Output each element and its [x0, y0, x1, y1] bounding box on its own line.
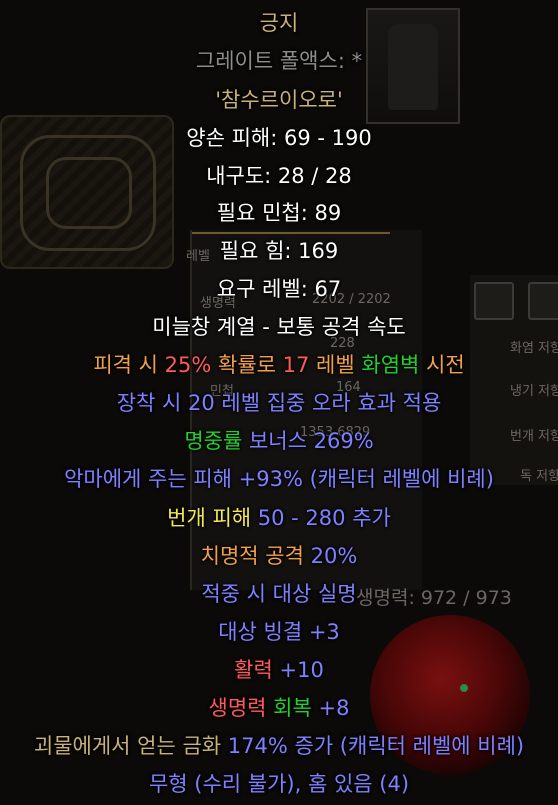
damage-line: 양손 피해: 69 - 190 — [186, 126, 372, 150]
blind-line: 적중 시 대상 실명 — [201, 582, 357, 606]
attack-rating-line: 명중률 보너스 269% — [0, 428, 558, 454]
proc-text: 레벨 — [309, 353, 362, 377]
ar-value: 보너스 269% — [242, 429, 374, 453]
proc-level: 17 — [282, 353, 310, 377]
crushing-blow-line: 치명적 공격 20% — [0, 543, 558, 569]
vitality-line: 활력 +10 — [0, 657, 558, 683]
proc-text: 확률로 — [211, 353, 283, 377]
required-strength: 필요 힘: 169 — [219, 239, 339, 263]
lightning-value: 50 - 280 추가 — [251, 506, 391, 530]
item-name: 긍지 — [259, 11, 299, 35]
proc-text: 시전 — [419, 353, 465, 377]
proc-text: 피격 시 — [93, 353, 165, 377]
runeword-recipe: '참수르이오로' — [215, 88, 343, 112]
ethereal-socket-line: 무형 (수리 불가), 홈 있음 (4) — [148, 772, 410, 796]
crushing-label: 치명적 공격 — [200, 544, 304, 568]
replenish-label-2: 회복 — [266, 696, 312, 720]
vitality-label: 활력 — [234, 658, 273, 682]
crushing-value: 20% — [303, 544, 358, 568]
gold-find-label: 괴물에게서 얻는 금화 — [33, 734, 222, 758]
item-tooltip: 긍지 그레이트 폴액스: * '참수르이오로' 양손 피해: 69 - 190 … — [0, 0, 558, 805]
item-base-type: 그레이트 폴액스: * — [195, 49, 363, 73]
required-level: 요구 레벨: 67 — [216, 277, 342, 301]
durability-line: 내구도: 28 / 28 — [206, 164, 352, 188]
required-dexterity: 필요 민첩: 89 — [216, 201, 342, 225]
aura-line: 장착 시 20 레벨 집중 오라 효과 적용 — [116, 391, 442, 415]
demon-damage-line: 악마에게 주는 피해 +93% (캐릭터 레벨에 비례) — [64, 467, 494, 491]
proc-chance: 25% — [164, 353, 212, 377]
proc-line: 피격 시 25% 확률로 17 레벨 화염벽 시전 — [0, 352, 558, 378]
gold-find-line: 괴물에게서 얻는 금화 174% 증가 (캐릭터 레벨에 비례) — [0, 733, 558, 759]
vitality-value: +10 — [272, 658, 324, 682]
lightning-damage-line: 번개 피해 50 - 280 추가 — [0, 505, 558, 531]
replenish-life-line: 생명력 회복 +8 — [0, 695, 558, 721]
gold-find-value: 174% 증가 (캐릭터 레벨에 비례) — [221, 734, 525, 758]
replenish-value: +8 — [311, 696, 350, 720]
freeze-line: 대상 빙결 +3 — [218, 620, 340, 644]
ar-label: 명중률 — [184, 429, 243, 453]
weapon-class-line: 미늘창 계열 - 보통 공격 속도 — [152, 315, 406, 339]
lightning-label: 번개 피해 — [167, 506, 252, 530]
replenish-label: 생명력 — [208, 696, 267, 720]
proc-skill: 화염벽 — [361, 353, 420, 377]
